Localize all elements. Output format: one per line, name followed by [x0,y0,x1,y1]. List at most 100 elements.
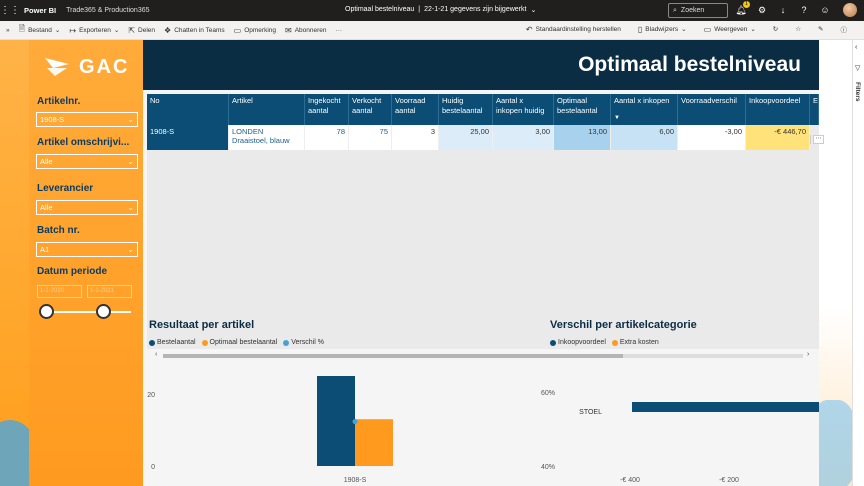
column-header-sorted[interactable]: Aantal x inkopen ▼ [611,94,678,125]
scroll-left-icon[interactable]: ‹ [155,351,157,358]
legend-dot [611,339,618,346]
table-header: No Artikel Ingekocht aantal Verkocht aan… [147,94,819,125]
comment-button[interactable]: ▭ Opmerking [234,26,276,35]
y-tick-label: 0 [151,464,155,471]
avatar[interactable] [843,3,857,17]
info-icon[interactable]: ⓘ [841,24,848,34]
column-header[interactable]: Inkoopvoordeel [746,94,810,125]
artikel-omschrijving-dropdown[interactable]: Alle ⌄ [36,154,138,169]
download-icon[interactable]: ↓ [777,4,789,16]
data-table: No Artikel Ingekocht aantal Verkocht aan… [147,94,824,358]
cell-inkoopvoordeel: -€ 446,70 [746,125,810,150]
collapse-icon[interactable]: ‹ [855,44,857,51]
column-header[interactable]: Aantal x inkopen huidig [493,94,554,125]
chevron-down-icon: ⌄ [127,115,134,124]
report-title-bar[interactable]: Optimaal bestelniveau | 22-1-21 gegevens… [345,6,536,14]
edit-icon[interactable]: ✎ [818,25,823,33]
leverancier-dropdown[interactable]: Alle ⌄ [36,200,138,215]
legend-item[interactable]: Bestelaantal [149,339,196,346]
app-name[interactable]: Power BI [24,6,56,15]
cell-verkocht: 75 [349,125,392,150]
table-row[interactable]: 1908-S LONDEN Draaistoel, blauw 78 75 3 … [147,125,810,150]
cell-ingekocht: 78 [305,125,349,150]
feedback-icon[interactable]: ☺ [819,4,831,16]
column-header[interactable]: Ingekocht aantal [305,94,349,125]
batch-dropdown[interactable]: A1 ⌄ [36,242,138,257]
company-logo: GAC [43,54,129,80]
x-tick-label: -€ 200 [719,477,739,484]
dropdown-value: A1 [40,245,50,254]
column-header[interactable]: Optimaal bestelaantal [554,94,611,125]
comment-icon: ▭ [233,25,242,35]
date-slider-end-handle[interactable] [96,304,111,319]
app-launcher-icon[interactable]: ⋮⋮ [0,5,20,16]
legend-dot [149,339,155,346]
search-input[interactable]: ⌕ Zoeken [668,3,728,18]
column-header[interactable]: Artikel [229,94,305,125]
column-header[interactable]: Huidig bestelaantal [439,94,493,125]
legend-item[interactable]: Inkoopvoordeel [550,339,606,346]
scroll-right-icon[interactable]: › [807,351,809,358]
chevron-down-icon[interactable]: ⌄ [530,6,536,14]
chart1-plot[interactable]: 020 60%40%1908-S [143,358,583,486]
legend-item[interactable]: Extra kosten [611,339,659,346]
command-bar: » 🗎 Bestand ⌄ ↦ Exporteren ⌄ ⇱ Delen ❖ Chatten… [0,21,864,40]
help-icon[interactable]: ? [798,4,810,16]
column-header[interactable]: Verkocht aantal [349,94,392,125]
file-menu[interactable]: 🗎 Bestand ⌄ [19,23,61,37]
notification-badge: 1 [743,1,750,8]
y-category-label: STOEL [579,409,602,416]
date-from-input[interactable]: 1-1-2020 [37,285,82,298]
search-placeholder: Zoeken [680,7,705,14]
bell-icon[interactable]: 🔔︎ 1 [735,1,750,16]
mail-icon: ✉ [285,25,292,35]
column-header[interactable]: E [810,94,819,125]
date-slider-start-handle[interactable] [39,304,54,319]
chart2-legend: Inkoopvoordeel Extra kosten [550,339,659,346]
legend-dot [201,339,208,346]
sort-desc-icon: ▼ [614,115,620,121]
bookmarks-menu[interactable]: ▯ Bladwijzers ⌄ [638,25,687,34]
refresh-icon[interactable]: ↻ [773,25,778,33]
more-options-icon[interactable]: ⋯ [813,135,824,144]
chevron-down-icon: ⌄ [127,157,134,166]
dropdown-value: Alle [40,157,53,166]
expand-nav-icon[interactable]: » [6,27,10,34]
page-title: Optimaal bestelniveau [578,53,801,76]
workspace-name[interactable]: Trade365 & Production365 [66,7,149,14]
date-slider-track[interactable] [41,311,131,313]
logo-icon [45,58,69,76]
star-icon[interactable]: ☆ [795,25,801,33]
cell-voorraadverschil: -3,00 [678,125,746,150]
view-menu[interactable]: ▭ Weergeven ⌄ [704,25,756,34]
page-header: Optimaal bestelniveau [143,40,819,90]
export-menu[interactable]: ↦ Exporteren ⌄ [69,26,119,35]
report-title: Optimaal bestelniveau [345,6,415,13]
subscribe-button[interactable]: ✉ Abonneren [285,26,327,35]
filter-icon: ▽ [855,65,861,72]
reset-defaults-button[interactable]: ↶ Standaardinstelling herstellen [526,25,621,34]
y-tick-label: 20 [147,392,155,399]
column-header[interactable]: No [147,94,229,125]
legend-item[interactable]: Optimaal bestelaantal [201,339,277,346]
filters-pane[interactable]: ‹ ▽ Filters [852,40,864,486]
column-header[interactable]: Voorraad aantal [392,94,439,125]
date-to-input[interactable]: 1-1-2021 [87,285,132,298]
filter-label-datum: Datum periode [37,266,108,277]
more-options-button[interactable]: ··· [336,27,343,34]
file-icon: 🗎 [18,24,26,33]
teams-chat-button[interactable]: ❖ Chatten in Teams [164,26,225,35]
cell-x-inkopen-huidig: 3,00 [493,125,554,150]
chart2-plot[interactable]: STOEL-€ 400-€ 200€ 0 [544,358,819,486]
dropdown-value: Alle [40,203,53,212]
column-header[interactable]: Voorraadverschil [678,94,746,125]
share-button[interactable]: ⇱ Delen [128,26,155,35]
cell-no: 1908-S [147,125,229,150]
bar-inkoopvoordeel-stoel [632,402,819,412]
legend-item[interactable]: Verschil % [283,339,324,346]
filter-sidebar: GAC Artikelnr. 1908-S ⌄ Artikel omschrij… [29,40,143,486]
column-header-label: Aantal x inkopen [614,96,670,105]
artikelnr-dropdown[interactable]: 1908-S ⌄ [36,112,138,127]
cell-voorraad: 3 [392,125,439,150]
gear-icon[interactable]: ⚙ [756,4,768,16]
